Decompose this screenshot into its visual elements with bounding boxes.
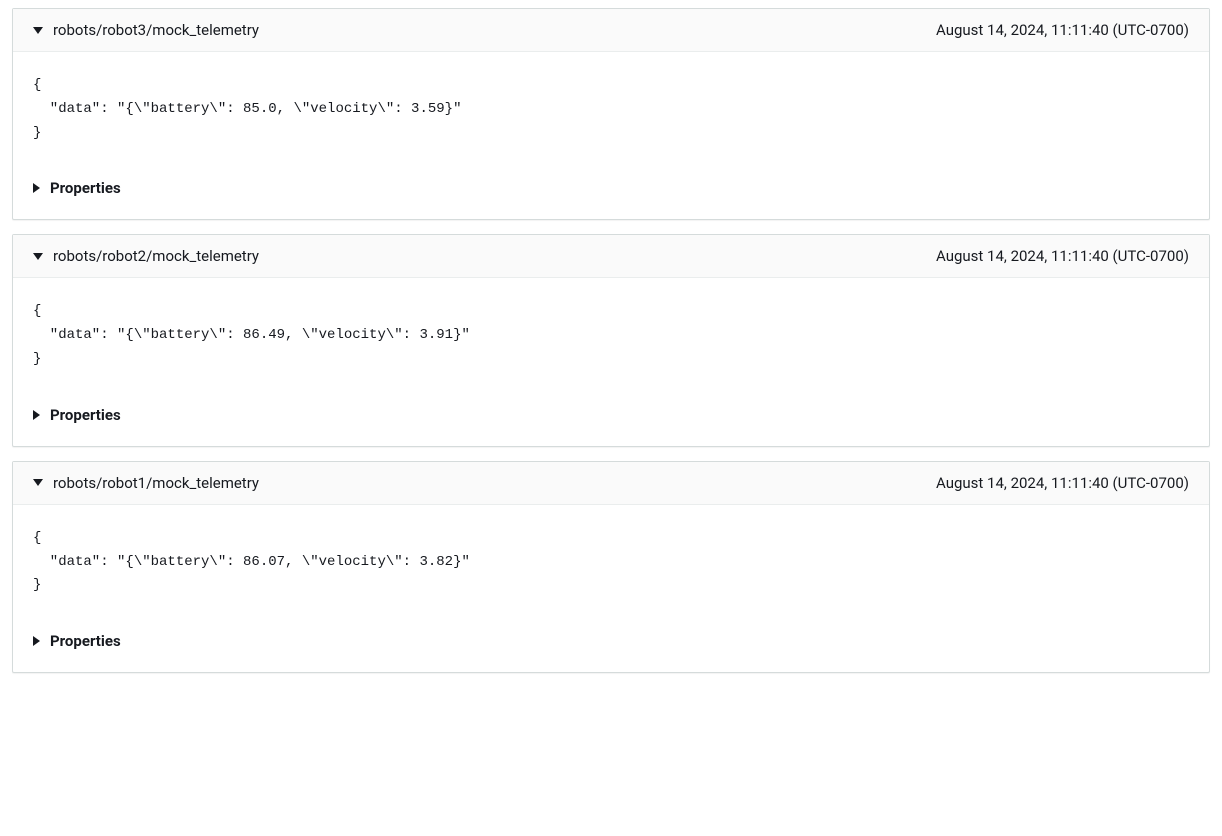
properties-toggle[interactable]: Properties (33, 175, 1189, 201)
header-left: robots/robot3/mock_telemetry (33, 21, 259, 39)
header-left: robots/robot2/mock_telemetry (33, 247, 259, 265)
topic-name: robots/robot3/mock_telemetry (53, 21, 259, 39)
caret-down-icon (33, 27, 43, 34)
payload: { "data": "{\"battery\": 86.49, \"veloci… (33, 300, 1189, 371)
message-header[interactable]: robots/robot3/mock_telemetry August 14, … (13, 9, 1209, 52)
message-card: robots/robot3/mock_telemetry August 14, … (12, 8, 1210, 220)
properties-label: Properties (50, 632, 121, 650)
message-card: robots/robot2/mock_telemetry August 14, … (12, 234, 1210, 446)
properties-label: Properties (50, 179, 121, 197)
message-header[interactable]: robots/robot2/mock_telemetry August 14, … (13, 235, 1209, 278)
message-body: { "data": "{\"battery\": 86.49, \"veloci… (13, 278, 1209, 445)
caret-right-icon (33, 410, 40, 420)
timestamp: August 14, 2024, 11:11:40 (UTC-0700) (936, 247, 1189, 265)
properties-toggle[interactable]: Properties (33, 628, 1189, 654)
timestamp: August 14, 2024, 11:11:40 (UTC-0700) (936, 474, 1189, 492)
payload: { "data": "{\"battery\": 86.07, \"veloci… (33, 527, 1189, 598)
properties-label: Properties (50, 406, 121, 424)
caret-right-icon (33, 636, 40, 646)
payload: { "data": "{\"battery\": 85.0, \"velocit… (33, 74, 1189, 145)
message-body: { "data": "{\"battery\": 86.07, \"veloci… (13, 505, 1209, 672)
timestamp: August 14, 2024, 11:11:40 (UTC-0700) (936, 21, 1189, 39)
message-header[interactable]: robots/robot1/mock_telemetry August 14, … (13, 462, 1209, 505)
topic-name: robots/robot1/mock_telemetry (53, 474, 259, 492)
properties-toggle[interactable]: Properties (33, 402, 1189, 428)
caret-down-icon (33, 479, 43, 486)
topic-name: robots/robot2/mock_telemetry (53, 247, 259, 265)
caret-down-icon (33, 253, 43, 260)
message-card: robots/robot1/mock_telemetry August 14, … (12, 461, 1210, 673)
caret-right-icon (33, 183, 40, 193)
message-body: { "data": "{\"battery\": 85.0, \"velocit… (13, 52, 1209, 219)
header-left: robots/robot1/mock_telemetry (33, 474, 259, 492)
